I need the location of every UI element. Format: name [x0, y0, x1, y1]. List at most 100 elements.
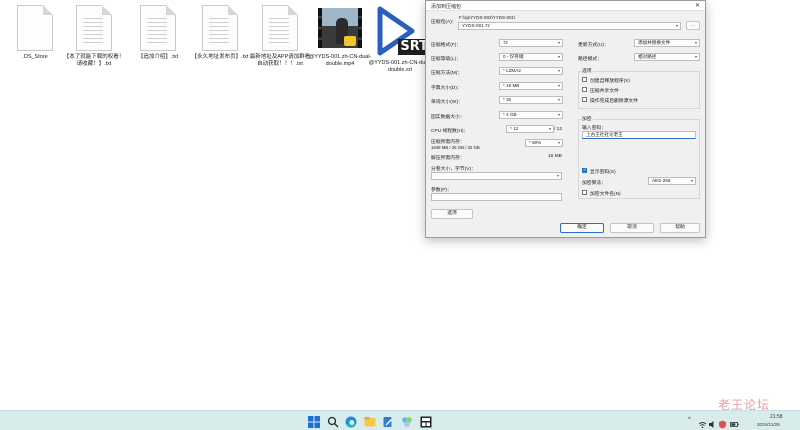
file-name: 【永久地址发布页】.txt: [191, 54, 249, 60]
mem-decompress-label: 解压所需内存：: [431, 156, 465, 161]
path-mode-label: 路径模式：: [578, 57, 602, 62]
chevron-down-icon: ▾: [557, 54, 560, 59]
file-name: 【本了就能下载的权看！请收藏！】.txt: [63, 54, 125, 67]
file-name: 【追加介绍】.txt: [137, 54, 179, 60]
chevron-down-icon: ▾: [690, 178, 693, 183]
split-label: 分卷大小，字节(V)：: [431, 167, 476, 172]
browse-button[interactable]: ...: [686, 21, 700, 30]
shared-checkbox[interactable]: [582, 87, 587, 92]
ok-button[interactable]: 确定: [560, 223, 604, 233]
word-value: * 32: [503, 97, 512, 102]
notepad-icon[interactable]: [382, 415, 394, 427]
level-combo[interactable]: 0 - 仅存储 ▾: [499, 53, 563, 61]
delete-label: 操作完成后删除源文件: [590, 99, 638, 104]
encryption-method-combo[interactable]: AES-256 ▾: [648, 177, 696, 185]
wifi-icon[interactable]: [698, 416, 707, 429]
update-combo[interactable]: 添加并替换文件 ▾: [634, 39, 700, 47]
shared-label: 压缩共享文件: [590, 89, 619, 94]
desktop-file-txt-3[interactable]: 【永久地址发布页】.txt: [188, 5, 252, 61]
blank-file-icon: [17, 5, 53, 51]
encryption-method-value: AES-256: [652, 178, 671, 183]
cancel-button[interactable]: 取消: [610, 223, 654, 233]
help-button[interactable]: 帮助: [660, 223, 700, 233]
shield-icon[interactable]: [718, 416, 727, 429]
clock-date[interactable]: 2024/11/26: [757, 422, 780, 427]
word-combo[interactable]: * 32 ▾: [499, 96, 563, 104]
sfx-checkbox[interactable]: [582, 77, 587, 82]
password-label: 输入密码：: [582, 126, 606, 131]
edge-browser-icon[interactable]: [345, 415, 357, 428]
archive-name-combo[interactable]: YYDS-001.7z ▾: [458, 22, 681, 30]
chevron-down-icon: ▾: [675, 23, 678, 28]
chevron-down-icon: ▾: [556, 173, 559, 178]
sfx-label: 创建自释放程序(X): [590, 79, 630, 84]
taskbar: ^ 21:58 2024/11/26: [0, 410, 800, 430]
chevron-down-icon: ▾: [557, 68, 560, 73]
text-file-icon: [140, 5, 176, 51]
dict-combo[interactable]: * 16 MB ▾: [499, 82, 563, 90]
clock-time[interactable]: 21:58: [770, 414, 783, 420]
file-explorer-icon[interactable]: [364, 415, 376, 427]
desktop-file-srt[interactable]: SRT @YYDS-001.zh-CN-dual-double.srt: [368, 5, 432, 74]
dialog-titlebar: 添加到压缩包 ✕: [426, 1, 705, 11]
mem-detail: 1848 MB / 26 GB / 32 GB: [431, 145, 480, 150]
params-label: 参数(P)：: [431, 188, 452, 193]
mem-percent-value: * 80%: [529, 140, 542, 145]
path-mode-combo[interactable]: 相对路径 ▾: [634, 53, 700, 61]
password-input[interactable]: 上古王社社论老王: [582, 131, 696, 139]
options-group-title: 选项: [581, 67, 593, 74]
delete-checkbox[interactable]: [582, 97, 587, 102]
encryption-group-title: 加密: [581, 115, 593, 122]
chevron-down-icon: ▾: [557, 140, 560, 145]
encrypt-names-checkbox[interactable]: [582, 190, 587, 195]
format-combo[interactable]: 7z ▾: [499, 39, 563, 47]
dict-value: * 16 MB: [503, 83, 520, 88]
desktop-file-ds-store[interactable]: .DS_Store: [3, 5, 67, 61]
archive-app-icon[interactable]: [420, 415, 432, 428]
photos-icon[interactable]: [401, 415, 413, 427]
cpu-combo[interactable]: * 12 ▾: [506, 125, 554, 133]
method-value: * LZMA2: [503, 68, 521, 73]
mem-percent-combo[interactable]: * 80% ▾: [525, 139, 563, 147]
desktop-file-txt-1[interactable]: 【本了就能下载的权看！请收藏！】.txt: [62, 5, 126, 68]
chevron-down-icon: ▾: [557, 97, 560, 102]
params-input[interactable]: [431, 193, 562, 201]
level-value: 0 - 仅存储: [503, 54, 524, 59]
close-icon[interactable]: ✕: [695, 2, 700, 9]
file-name: @YYDS-001.zh-CN-dual-double.srt: [368, 60, 432, 73]
solid-label: 固实数据大小：: [431, 115, 465, 120]
windows-start-icon[interactable]: [308, 415, 320, 428]
site-watermark: 老王论坛: [717, 398, 770, 412]
solid-combo[interactable]: * 4 GB ▾: [499, 111, 563, 119]
split-combo[interactable]: ▾: [431, 172, 562, 180]
desktop-file-txt-4[interactable]: 最新地址及APP请加群看自动获取！！！.txt: [248, 5, 312, 68]
chevron-down-icon: ▾: [557, 40, 560, 45]
method-label: 压缩方法(M)：: [431, 71, 463, 76]
encrypt-names-label: 加密文件名(N): [590, 192, 621, 197]
solid-value: * 4 GB: [503, 112, 517, 117]
options-button[interactable]: 选项: [431, 209, 473, 219]
method-combo[interactable]: * LZMA2 ▾: [499, 67, 563, 75]
update-value: 添加并替换文件: [638, 40, 671, 45]
show-password-label: 显示密码(S): [590, 170, 616, 175]
tray-chevron-icon[interactable]: ^: [688, 417, 691, 423]
search-icon[interactable]: [327, 415, 339, 428]
format-value: 7z: [503, 40, 508, 45]
desktop-file-txt-2[interactable]: 【追加介绍】.txt: [126, 5, 190, 61]
battery-icon[interactable]: [730, 416, 739, 427]
volume-icon[interactable]: [708, 416, 717, 428]
chevron-down-icon: ▾: [548, 126, 551, 131]
update-label: 更新方式(U)：: [578, 43, 609, 48]
mem-decompress-value: 16 MB: [548, 154, 562, 159]
path-mode-value: 相对路径: [638, 54, 657, 59]
cpu-max: / 12: [554, 127, 563, 132]
chevron-down-icon: ▾: [694, 40, 697, 45]
chevron-down-icon: ▾: [557, 83, 560, 88]
level-label: 压缩等级(L)：: [431, 57, 461, 62]
mem-compress-label: 压缩所需内存：: [431, 140, 465, 145]
format-label: 压缩格式(F)：: [431, 43, 462, 48]
file-name: @YYDS-001.zh-CN-dual-double.mp4: [308, 54, 372, 67]
show-password-checkbox[interactable]: [582, 167, 587, 173]
text-file-icon: [262, 5, 298, 51]
desktop-file-mp4[interactable]: @YYDS-001.zh-CN-dual-double.mp4: [308, 5, 372, 68]
